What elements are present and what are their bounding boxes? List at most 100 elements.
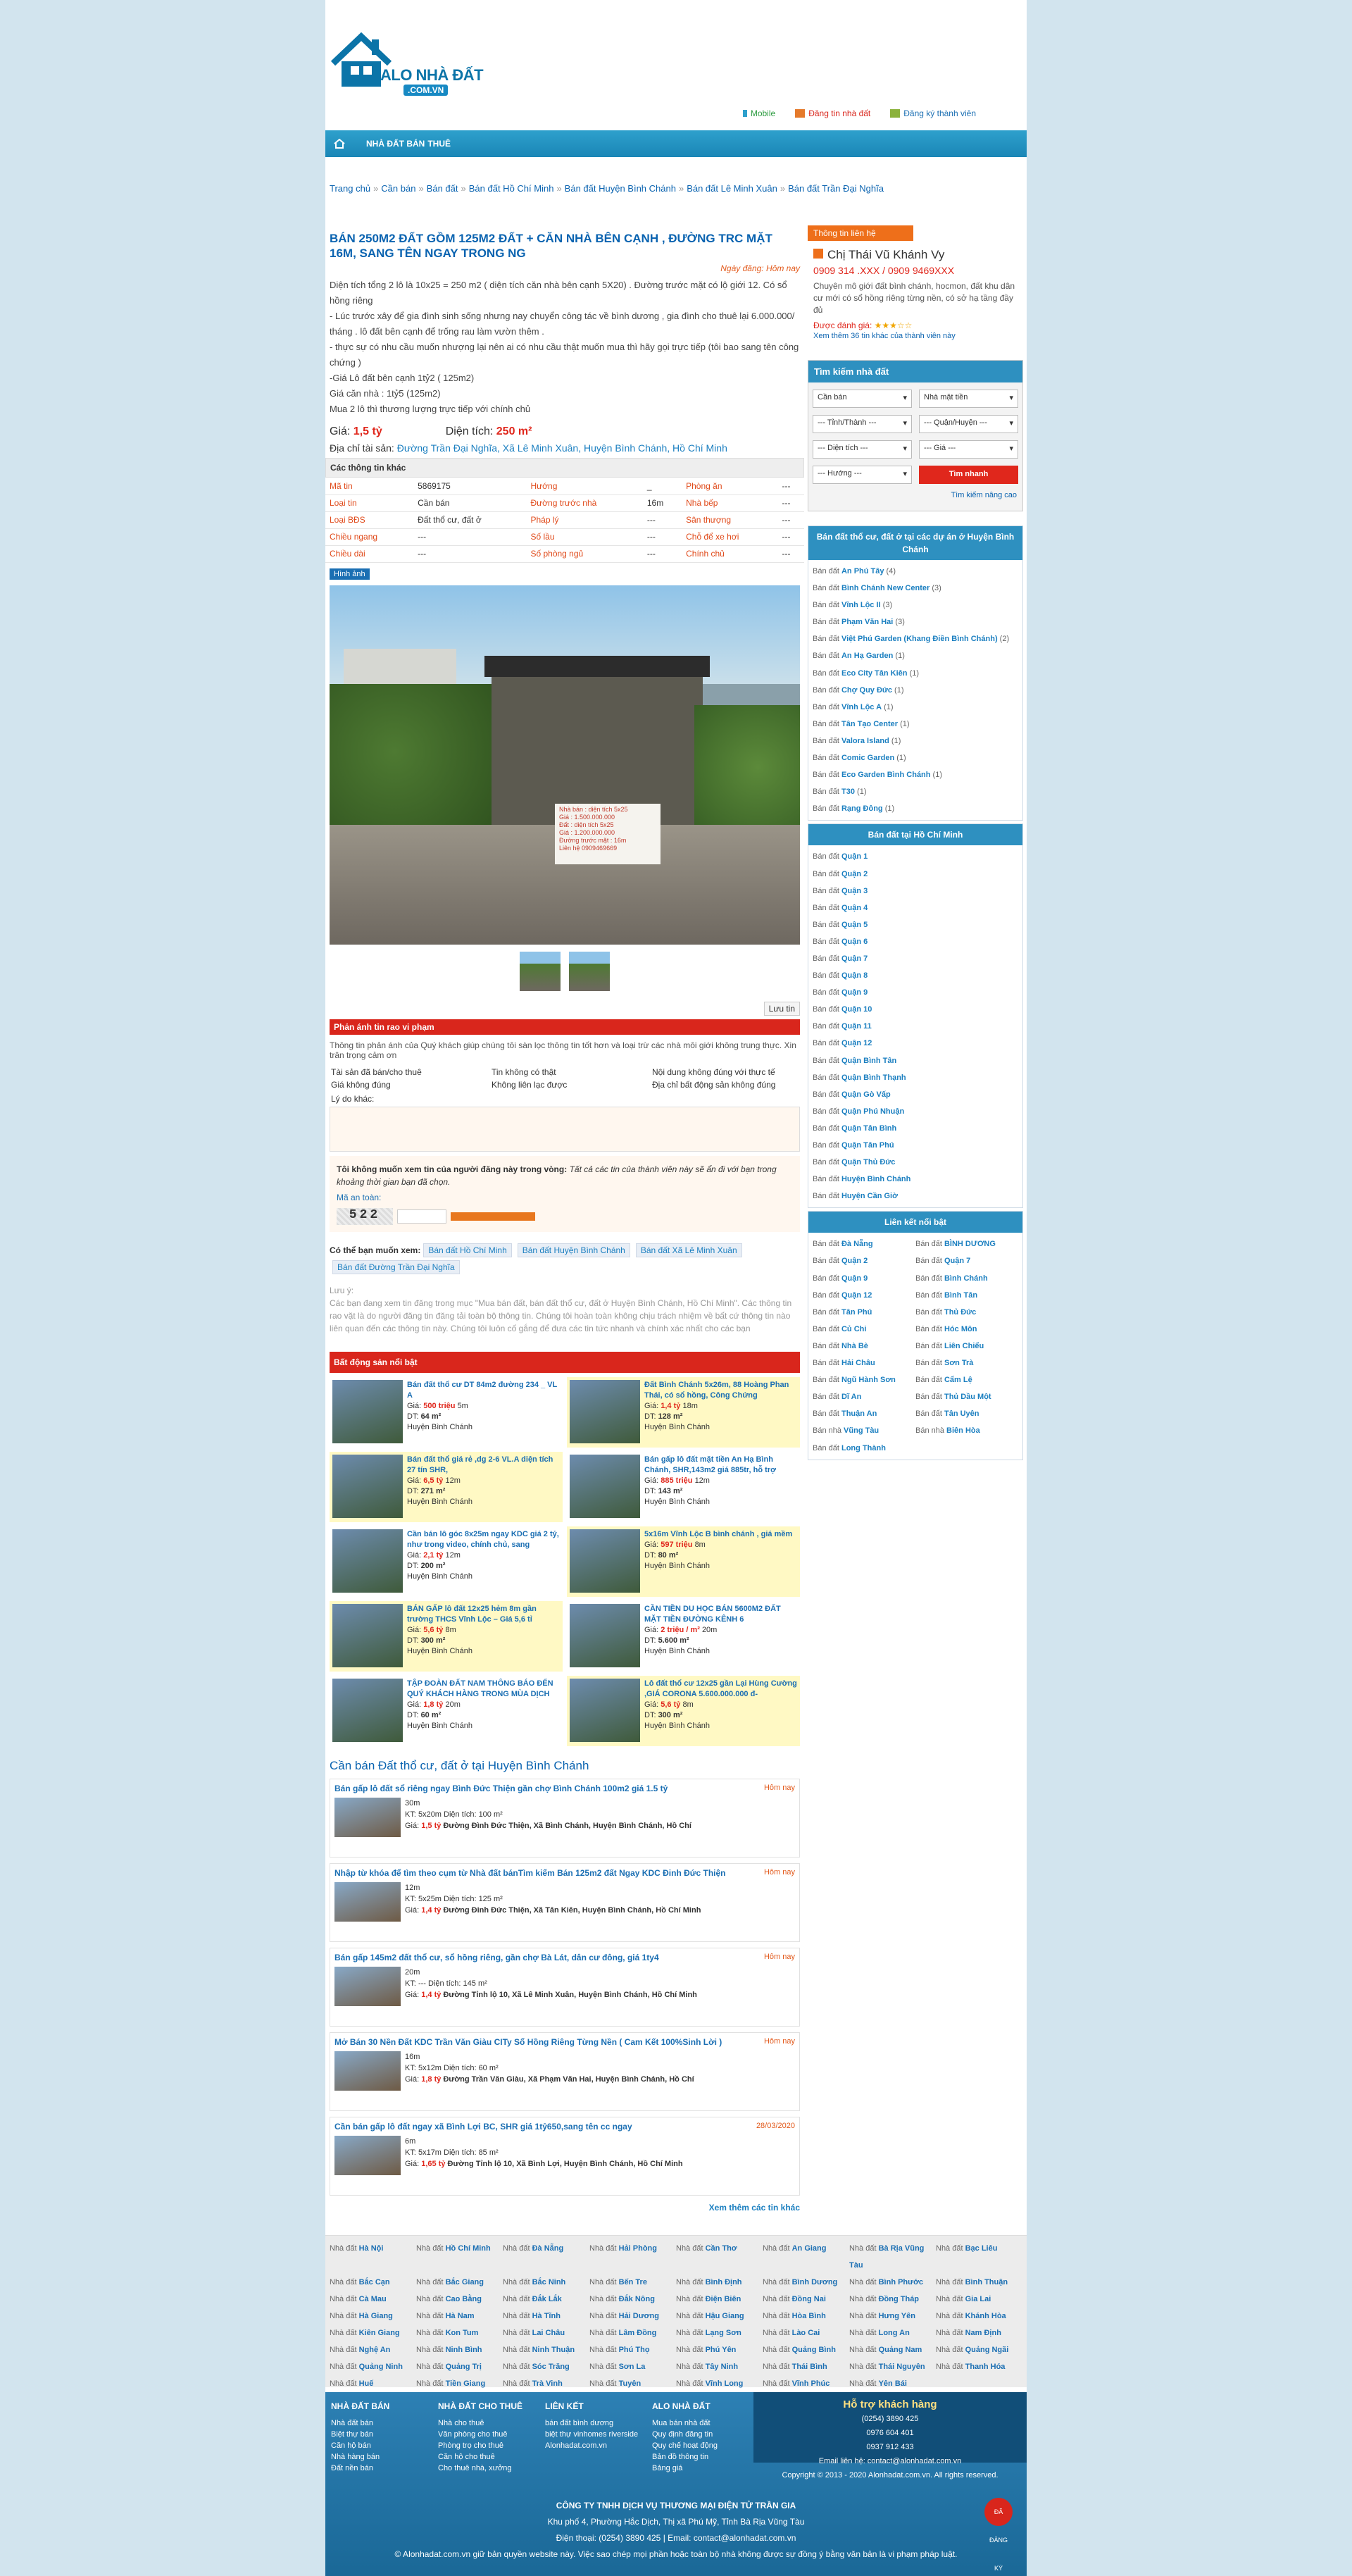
- city-link[interactable]: Nhà đất Đắk Nông: [589, 2291, 676, 2308]
- city-name[interactable]: Bắc Giang: [446, 2278, 484, 2286]
- city-name[interactable]: Thanh Hóa: [965, 2363, 1006, 2371]
- more-link[interactable]: Xem thêm các tin khác: [325, 2196, 804, 2220]
- list-item[interactable]: Cần bán gấp lô đất ngay xã Bình Lợi BC, …: [330, 2116, 800, 2196]
- district-name[interactable]: Quận 2: [841, 870, 868, 878]
- city-link[interactable]: Nhà đất Nam Định: [936, 2325, 1022, 2341]
- district-name[interactable]: Quận Tân Phú: [841, 1141, 894, 1150]
- city-name[interactable]: Hà Nội: [359, 2244, 384, 2253]
- site-logo[interactable]: ALO NHÀ ĐẤT .COM.VN: [330, 30, 493, 100]
- featured-link[interactable]: Bán đất Thủ Dầu Một: [915, 1388, 1018, 1405]
- project-item[interactable]: Bán đất Rạng Đông (1): [813, 800, 1018, 817]
- city-link[interactable]: Nhà đất Quảng Bình: [763, 2341, 849, 2358]
- city-name[interactable]: Đắk Nông: [619, 2295, 655, 2303]
- city-name[interactable]: Sóc Trăng: [532, 2363, 570, 2371]
- related-tag[interactable]: Bán đất Hồ Chí Minh: [423, 1243, 512, 1257]
- footer-link[interactable]: Cho thuê nhà, xưởng: [438, 2463, 545, 2474]
- footer-link[interactable]: bán đất bình dương: [545, 2418, 652, 2429]
- district-name[interactable]: Quận Thủ Đức: [841, 1158, 895, 1166]
- footer-link[interactable]: Văn phòng cho thuê: [438, 2429, 545, 2440]
- district-name[interactable]: Quận 10: [841, 1005, 872, 1014]
- city-link[interactable]: Nhà đất Hà Nội: [330, 2240, 416, 2274]
- city-name[interactable]: Huế: [359, 2379, 374, 2388]
- city-name[interactable]: Bắc Ninh: [532, 2278, 566, 2286]
- city-name[interactable]: Hậu Giang: [706, 2312, 744, 2320]
- featured-link[interactable]: Bán đất Thuận An: [813, 1405, 915, 1422]
- featured-link[interactable]: Bán đất Tân Phú: [813, 1304, 915, 1321]
- hot-title[interactable]: TẬP ĐOÀN ĐẤT NAM THÔNG BÁO ĐẾN QUÝ KHÁCH…: [407, 1679, 560, 1700]
- project-name[interactable]: An Hạ Garden: [841, 652, 893, 660]
- city-name[interactable]: Yên Bái: [879, 2379, 907, 2388]
- city-name[interactable]: Hà Giang: [359, 2312, 393, 2320]
- city-name[interactable]: Hà Nam: [446, 2312, 475, 2320]
- city-link[interactable]: Nhà đất Tiền Giang: [416, 2375, 503, 2392]
- hot-photo[interactable]: [332, 1379, 403, 1443]
- link-name[interactable]: Bình Tân: [944, 1291, 977, 1300]
- hot-photo[interactable]: [570, 1379, 640, 1443]
- link-name[interactable]: Quận 12: [841, 1291, 872, 1300]
- city-name[interactable]: Hưng Yên: [879, 2312, 915, 2320]
- project-name[interactable]: Valora Island: [841, 737, 889, 745]
- city-link[interactable]: Nhà đất Bạc Liêu: [936, 2240, 1022, 2274]
- city-name[interactable]: Gia Lai: [965, 2295, 991, 2303]
- city-link[interactable]: Nhà đất Hà Nam: [416, 2308, 503, 2325]
- report-option[interactable]: Nội dung không đúng với thực tế: [652, 1067, 799, 1077]
- city-link[interactable]: Nhà đất Đồng Nai: [763, 2291, 849, 2308]
- search-select[interactable]: Nhà mặt tiền ▾: [919, 390, 1018, 408]
- list-title[interactable]: Mở Bán 30 Nền Đất KDC Trần Văn Giàu CITy…: [334, 2037, 729, 2047]
- breadcrumb-item[interactable]: Bán đất: [427, 183, 458, 194]
- city-name[interactable]: Trà Vinh: [532, 2379, 563, 2388]
- link-name[interactable]: Liên Chiểu: [944, 1342, 984, 1350]
- hot-item[interactable]: 5x16m Vĩnh Lộc B bình chánh , giá mềm Giá…: [567, 1526, 800, 1597]
- city-link[interactable]: Nhà đất Sóc Trăng: [503, 2358, 589, 2375]
- nav-item-ban[interactable]: NHÀ ĐẤT BÁN: [366, 139, 425, 149]
- district-item[interactable]: Bán đất Quận 5: [813, 916, 1018, 933]
- breadcrumb-item[interactable]: Trang chủ: [330, 183, 370, 194]
- district-item[interactable]: Bán đất Quận 10: [813, 1001, 1018, 1018]
- featured-link[interactable]: Bán đất Quận 9: [813, 1270, 915, 1287]
- district-name[interactable]: Quận Tân Bình: [841, 1124, 896, 1133]
- address-link[interactable]: Đường Trần Đại Nghĩa, Xã Lê Minh Xuân, H…: [397, 442, 727, 454]
- link-name[interactable]: Tân Phú: [841, 1308, 872, 1317]
- district-name[interactable]: Quận Phú Nhuận: [841, 1107, 904, 1116]
- project-item[interactable]: Bán đất Tân Tạo Center (1): [813, 716, 1018, 733]
- project-name[interactable]: Eco Garden Bình Chánh: [841, 771, 931, 779]
- project-item[interactable]: Bán đất Eco City Tân Kiên (1): [813, 665, 1018, 682]
- city-link[interactable]: Nhà đất Yên Bái: [849, 2375, 936, 2392]
- district-item[interactable]: Bán đất Huyện Bình Chánh: [813, 1171, 1018, 1188]
- district-item[interactable]: Bán đất Quận 7: [813, 950, 1018, 967]
- related-tag[interactable]: Bán đất Đường Trần Đại Nghĩa: [332, 1259, 460, 1274]
- district-item[interactable]: Bán đất Quận 11: [813, 1018, 1018, 1035]
- project-item[interactable]: Bán đất Vĩnh Lộc II (3): [813, 597, 1018, 614]
- search-select[interactable]: --- Hướng --- ▾: [813, 466, 912, 484]
- project-item[interactable]: Bán đất Vĩnh Lộc A (1): [813, 699, 1018, 716]
- city-link[interactable]: Nhà đất Thái Nguyên: [849, 2358, 936, 2375]
- project-item[interactable]: Bán đất T30 (1): [813, 783, 1018, 800]
- city-link[interactable]: Nhà đất Bà Rịa Vũng Tàu: [849, 2240, 936, 2274]
- city-link[interactable]: Nhà đất Quảng Trị: [416, 2358, 503, 2375]
- city-name[interactable]: Hòa Bình: [792, 2312, 826, 2320]
- featured-link[interactable]: Bán đất Quận 7: [915, 1252, 1018, 1269]
- register-link[interactable]: Đăng ký thành viên: [890, 108, 976, 118]
- project-name[interactable]: Chợ Quy Đức: [841, 686, 892, 695]
- featured-link[interactable]: Bán đất Củ Chi: [813, 1321, 915, 1338]
- project-name[interactable]: Eco City Tân Kiên: [841, 669, 908, 678]
- district-name[interactable]: Quận 11: [841, 1022, 872, 1031]
- district-item[interactable]: Bán đất Quận Bình Thạnh: [813, 1069, 1018, 1086]
- district-name[interactable]: Huyện Cần Giờ: [841, 1192, 898, 1200]
- project-item[interactable]: Bán đất Chợ Quy Đức (1): [813, 682, 1018, 699]
- contact-more-text[interactable]: Xem thêm 36 tin khác của thành viên này: [813, 332, 956, 340]
- hot-title[interactable]: BÁN GẤP lô đất 12x25 hẻm 8m gần trường T…: [407, 1604, 560, 1625]
- city-link[interactable]: Nhà đất Thanh Hóa: [936, 2358, 1022, 2375]
- district-name[interactable]: Quận Gò Vấp: [841, 1090, 891, 1099]
- city-name[interactable]: Ninh Bình: [446, 2346, 482, 2354]
- district-item[interactable]: Bán đất Quận Tân Bình: [813, 1120, 1018, 1137]
- listing-photo[interactable]: Nhà bán : diện tích 5x25 Giá : 1.500.000.…: [330, 585, 800, 945]
- list-photo[interactable]: [334, 1966, 401, 2006]
- city-link[interactable]: Nhà đất Hậu Giang: [676, 2308, 763, 2325]
- city-link[interactable]: Nhà đất Lào Cai: [763, 2325, 849, 2341]
- report-option[interactable]: Không liên lạc được: [492, 1080, 638, 1090]
- hot-item[interactable]: BÁN GẤP lô đất 12x25 hẻm 8m gần trường T…: [330, 1600, 563, 1672]
- featured-link[interactable]: Bán đất Cẩm Lệ: [915, 1371, 1018, 1388]
- hot-title[interactable]: Đất Bình Chánh 5x26m, 88 Hoàng Phan Thái…: [644, 1380, 797, 1401]
- search-button[interactable]: Tìm nhanh: [919, 466, 1018, 484]
